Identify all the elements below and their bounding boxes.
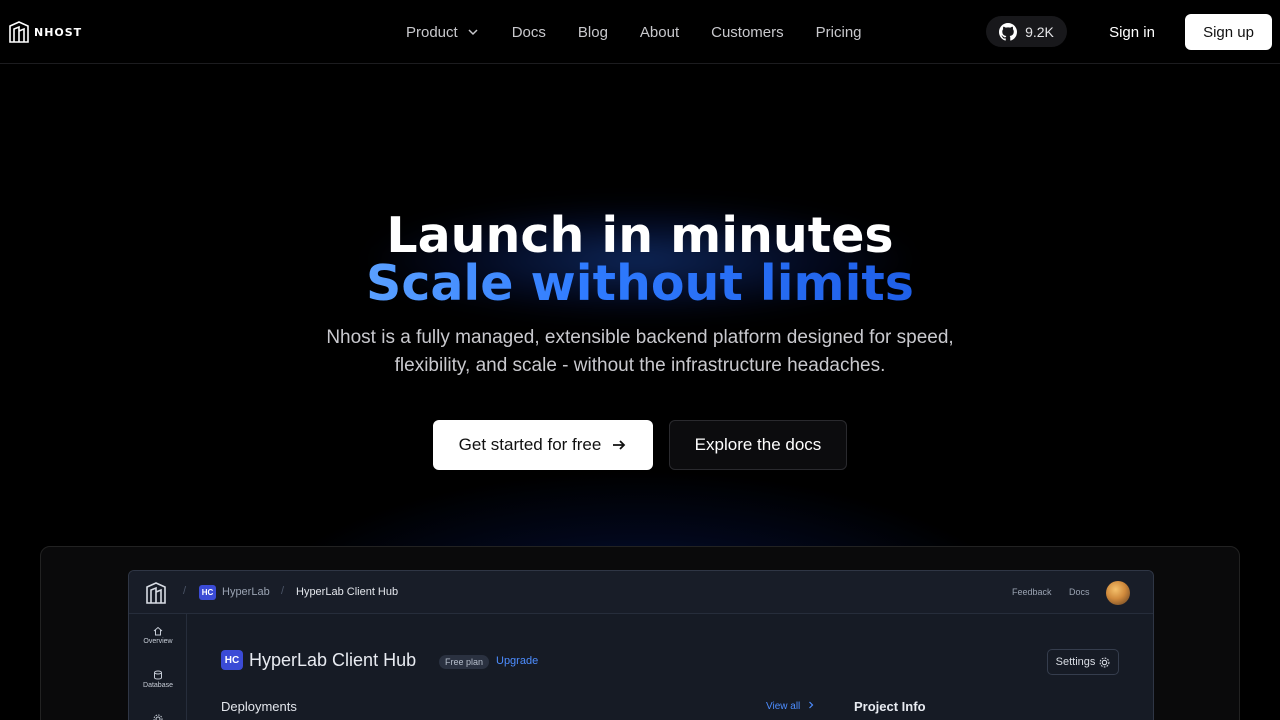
sign-in-button[interactable]: Sign in <box>1092 14 1172 50</box>
hero-title-line2-text: Scale without limits <box>366 255 914 312</box>
dashboard-preview-frame: / HC HyperLab / HyperLab Client Hub Feed… <box>40 546 1240 720</box>
chevron-right-icon <box>809 701 814 709</box>
hero-subtitle-line1: Nhost is a fully managed, extensible bac… <box>326 327 954 348</box>
top-navbar: NHOST Product Docs Blog About Customers … <box>0 0 1280 64</box>
get-started-label: Get started for free <box>458 435 602 454</box>
github-stars-count: 9.2K <box>1025 23 1054 40</box>
settings-label: Settings <box>1055 656 1096 668</box>
sign-up-button[interactable]: Sign up <box>1185 14 1272 50</box>
nav-customers[interactable]: Customers <box>695 24 800 41</box>
database-icon <box>154 670 162 680</box>
feedback-link[interactable]: Feedback <box>1012 587 1052 597</box>
view-all-label: View all <box>766 701 801 712</box>
dashboard-sidebar: Overview Database <box>129 614 187 720</box>
breadcrumb-separator: / <box>183 585 187 597</box>
nav-pricing[interactable]: Pricing <box>800 24 878 41</box>
gear-icon <box>1099 657 1110 667</box>
hero-subtitle: Nhost is a fully managed, extensible bac… <box>300 324 980 380</box>
breadcrumb-separator: / <box>281 585 285 597</box>
avatar[interactable] <box>1106 581 1130 605</box>
logo-wordmark: NHOST <box>34 25 83 39</box>
chevron-down-icon <box>468 29 478 36</box>
nhost-logo-mark-icon <box>146 582 166 604</box>
nav-product[interactable]: Product <box>390 24 496 41</box>
nav-links: Product Docs Blog About Customers Pricin… <box>390 0 878 64</box>
hero-subtitle-line2: flexibility, and scale - without the inf… <box>394 355 886 376</box>
gear-icon <box>153 714 163 720</box>
sidebar-item-database[interactable]: Database <box>129 670 187 689</box>
sidebar-item-label: Overview <box>143 638 173 645</box>
plan-badge: Free plan <box>439 655 490 669</box>
project-title: HyperLab Client Hub <box>249 650 417 670</box>
nav-about[interactable]: About <box>624 24 695 41</box>
nhost-logo-mark-icon <box>9 21 29 43</box>
project-info-heading: Project Info <box>854 699 926 714</box>
nav-docs[interactable]: Docs <box>496 24 562 41</box>
deployments-heading: Deployments <box>221 699 297 714</box>
github-stars-button[interactable]: 9.2K <box>986 16 1067 47</box>
view-all-link[interactable]: View all <box>766 701 815 712</box>
breadcrumb-project[interactable]: HyperLab Client Hub <box>296 586 398 598</box>
project-badge: HC <box>221 650 243 670</box>
github-icon <box>999 22 1018 41</box>
breadcrumb-org[interactable]: HyperLab <box>222 586 270 598</box>
dashboard-header: / HC HyperLab / HyperLab Client Hub Feed… <box>129 571 1153 614</box>
settings-button[interactable]: Settings <box>1047 649 1119 675</box>
get-started-button[interactable]: Get started for free <box>433 420 653 470</box>
sidebar-item-more[interactable] <box>129 714 187 720</box>
sidebar-item-overview[interactable]: Overview <box>129 626 187 645</box>
upgrade-link[interactable]: Upgrade <box>496 655 538 667</box>
sidebar-item-label: Database <box>143 682 173 689</box>
nhost-logo[interactable]: NHOST <box>8 20 82 44</box>
arrow-right-icon <box>613 440 626 450</box>
nav-product-label: Product <box>406 23 458 41</box>
nav-blog[interactable]: Blog <box>562 24 624 41</box>
explore-docs-button[interactable]: Explore the docs <box>669 420 847 470</box>
org-badge: HC <box>199 585 216 600</box>
home-icon <box>153 626 163 636</box>
hero-title-line2: Scale without limits <box>0 256 1280 312</box>
docs-link[interactable]: Docs <box>1069 587 1090 597</box>
dashboard-preview: / HC HyperLab / HyperLab Client Hub Feed… <box>128 570 1154 720</box>
